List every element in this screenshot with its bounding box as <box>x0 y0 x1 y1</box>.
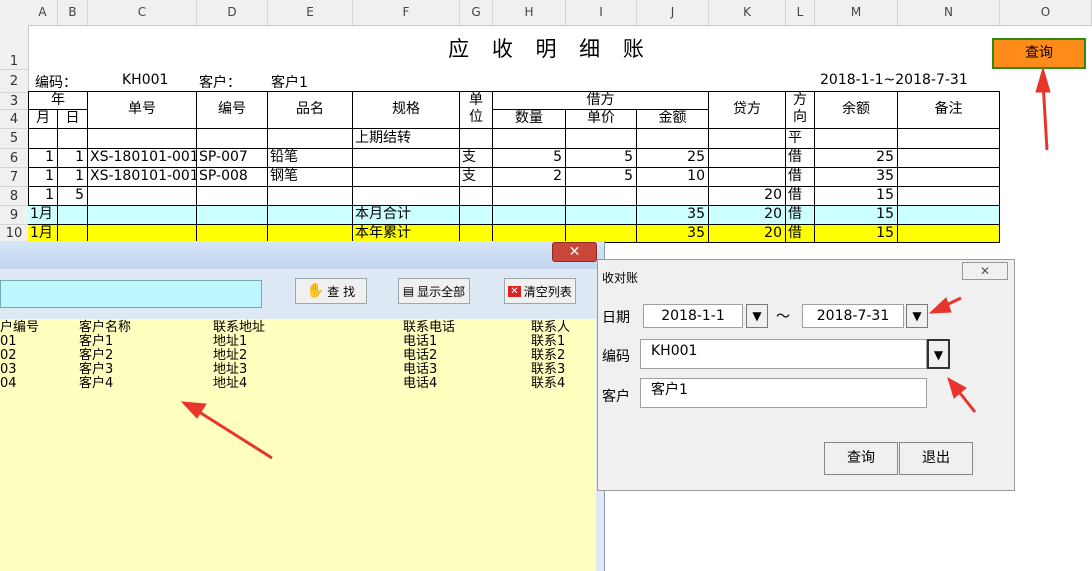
annotation-arrows <box>180 66 1051 460</box>
